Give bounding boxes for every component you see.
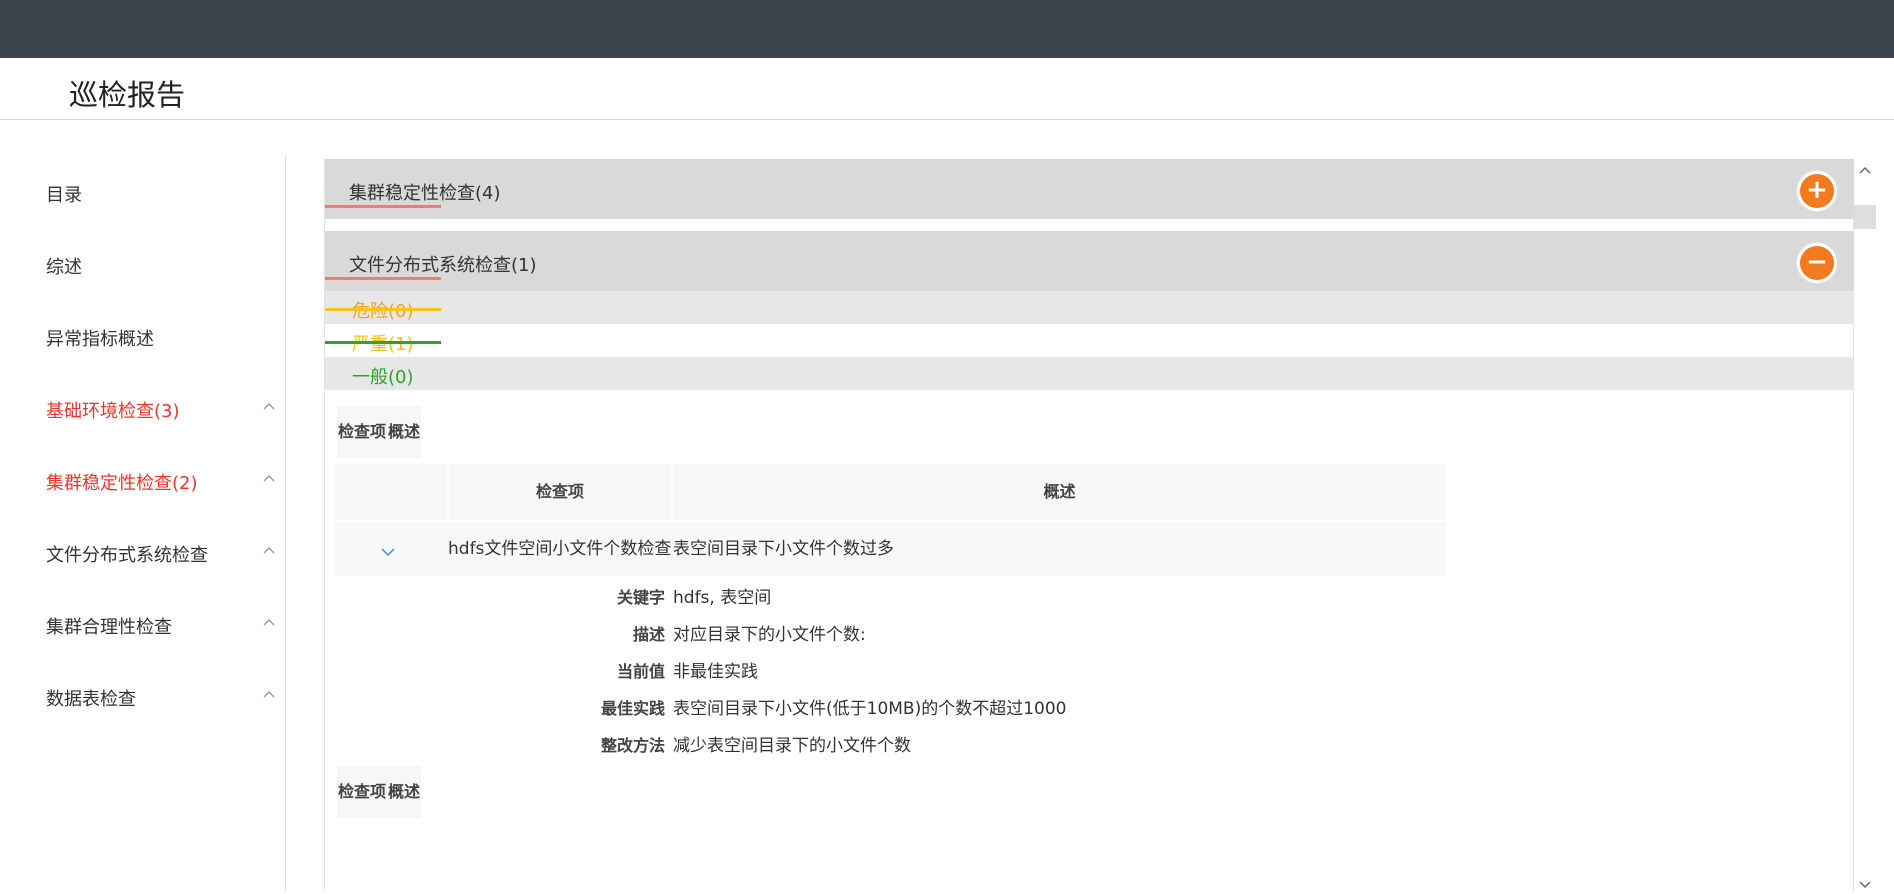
chevron-down-icon[interactable] bbox=[380, 543, 396, 557]
chevron-up-icon[interactable] bbox=[262, 399, 276, 413]
tab-check-item[interactable]: 检查项 bbox=[337, 406, 387, 458]
severity-row-danger[interactable]: 危险(0) bbox=[325, 291, 1855, 324]
detail-value-current: 非最佳实践 bbox=[673, 662, 758, 682]
detail-label-current: 当前值 bbox=[616, 662, 665, 681]
expand-button[interactable]: + bbox=[1797, 171, 1837, 211]
title-bar: 巡检报告 bbox=[0, 58, 1894, 120]
panel-distributed-fs[interactable]: 文件分布式系统检查(1) − bbox=[325, 231, 1855, 291]
tab-summary[interactable]: 概述 bbox=[387, 406, 421, 458]
top-navbar bbox=[0, 0, 1894, 58]
detail-label-fix: 整改方法 bbox=[600, 736, 665, 755]
sidebar-item-catalog[interactable]: 目录 bbox=[46, 181, 82, 207]
minus-icon: − bbox=[1806, 247, 1828, 277]
chevron-up-icon[interactable] bbox=[262, 543, 276, 557]
detail-value-best-practice: 表空间目录下小文件(低于10MB)的个数不超过1000 bbox=[673, 699, 1067, 719]
panel-title: 集群稳定性检查(4) bbox=[349, 183, 501, 204]
scrollbar-thumb[interactable] bbox=[1854, 205, 1876, 229]
table-header: 检查项 概述 bbox=[335, 464, 1446, 520]
sidebar: 目录 综述 异常指标概述 基础环境检查(3) 集群稳定性检查(2) 文件分布式系… bbox=[0, 155, 286, 891]
sidebar-item-distributed-fs[interactable]: 文件分布式系统检查 bbox=[46, 541, 208, 567]
detail-value-keyword: hdfs, 表空间 bbox=[673, 588, 772, 608]
row-summary: 表空间目录下小文件个数过多 bbox=[673, 539, 894, 559]
table-row[interactable]: hdfs文件空间小文件个数检查 表空间目录下小文件个数过多 bbox=[335, 522, 1446, 576]
panel-title: 文件分布式系统检查(1) bbox=[349, 255, 537, 276]
detail-value-description: 对应目录下的小文件个数: bbox=[673, 625, 866, 645]
sidebar-item-anomaly-summary[interactable]: 异常指标概述 bbox=[46, 325, 154, 351]
severity-line bbox=[325, 341, 441, 344]
row-item: hdfs文件空间小文件个数检查 bbox=[448, 539, 672, 559]
sidebar-item-cluster-stability[interactable]: 集群稳定性检查(2) bbox=[46, 469, 198, 495]
page-title: 巡检报告 bbox=[69, 78, 186, 112]
plus-icon: + bbox=[1806, 175, 1828, 205]
scroll-up-icon[interactable] bbox=[1858, 160, 1872, 174]
column-header-expand bbox=[335, 464, 447, 520]
vertical-scrollbar[interactable] bbox=[1854, 158, 1876, 891]
panel-underline bbox=[325, 205, 441, 208]
chevron-up-icon[interactable] bbox=[262, 687, 276, 701]
detail-label-description: 描述 bbox=[632, 625, 665, 644]
sidebar-item-base-env[interactable]: 基础环境检查(3) bbox=[46, 397, 180, 423]
severity-label: 一般(0) bbox=[352, 367, 414, 388]
severity-row-severe[interactable]: 严重(1) bbox=[325, 324, 1855, 357]
sidebar-item-data-table[interactable]: 数据表检查 bbox=[46, 685, 136, 711]
chevron-up-icon[interactable] bbox=[262, 615, 276, 629]
severity-line bbox=[325, 308, 441, 311]
panel-cluster-stability[interactable]: 集群稳定性检查(4) + bbox=[325, 159, 1855, 219]
sidebar-item-cluster-rationality[interactable]: 集群合理性检查 bbox=[46, 613, 172, 639]
collapse-button[interactable]: − bbox=[1797, 243, 1837, 283]
detail-label-keyword: 关键字 bbox=[616, 588, 665, 607]
section-tabs: 检查项 概述 bbox=[337, 406, 422, 458]
report-content: 集群稳定性检查(4) + 文件分布式系统检查(1) − 危险(0) 严重(1) … bbox=[324, 158, 1855, 891]
section-tabs: 检查项 概述 bbox=[337, 766, 422, 818]
chevron-up-icon[interactable] bbox=[262, 471, 276, 485]
column-header-item: 检查项 bbox=[447, 464, 671, 520]
severity-row-general[interactable]: 一般(0) bbox=[325, 357, 1855, 390]
detail-label-best-practice: 最佳实践 bbox=[600, 699, 665, 718]
panel-underline bbox=[325, 277, 441, 280]
sidebar-item-overview[interactable]: 综述 bbox=[46, 253, 82, 279]
tab-summary[interactable]: 概述 bbox=[387, 766, 421, 818]
detail-value-fix: 减少表空间目录下的小文件个数 bbox=[673, 736, 911, 756]
scroll-down-icon[interactable] bbox=[1858, 875, 1872, 889]
column-header-summary: 概述 bbox=[671, 464, 1446, 520]
tab-check-item[interactable]: 检查项 bbox=[337, 766, 387, 818]
